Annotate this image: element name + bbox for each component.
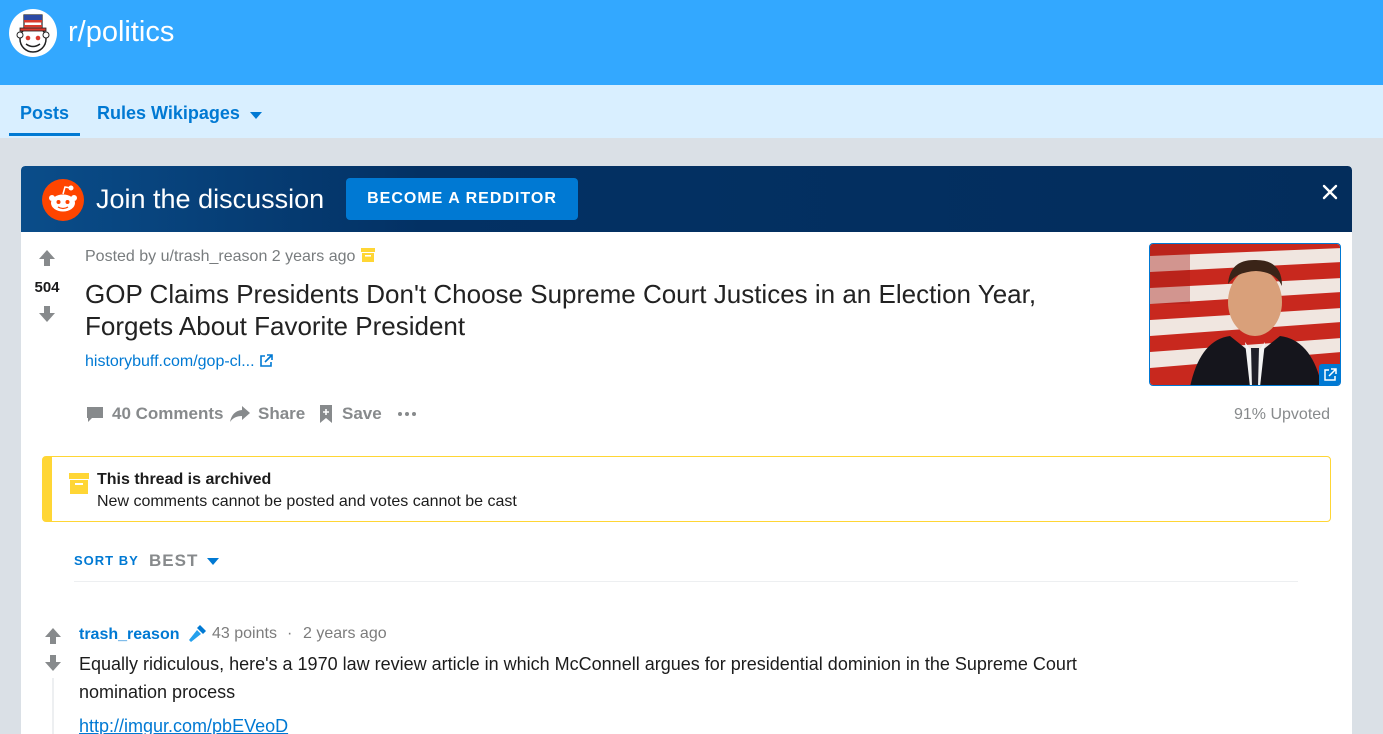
post-thumbnail[interactable] xyxy=(1149,243,1341,386)
thumbnail-external-link-icon[interactable] xyxy=(1319,364,1340,385)
tab-rules-wikipages[interactable]: Rules Wikipages xyxy=(97,103,240,124)
tab-posts[interactable]: Posts xyxy=(20,103,69,124)
subreddit-logo-icon[interactable] xyxy=(9,9,57,57)
post-external-link[interactable]: historybuff.com/gop-cl... xyxy=(85,353,255,371)
comments-label: 40 Comments xyxy=(112,404,224,423)
archive-box-icon xyxy=(360,247,376,268)
sort-dropdown[interactable]: BEST xyxy=(149,551,198,571)
comment-bubble-icon xyxy=(87,407,103,422)
share-label: Share xyxy=(258,404,306,423)
post-score: 504 xyxy=(34,279,60,296)
caret-down-icon[interactable] xyxy=(207,558,219,565)
subreddit-nav: Posts Rules Wikipages xyxy=(0,85,1383,138)
caret-down-icon[interactable] xyxy=(250,112,262,119)
external-link-icon[interactable] xyxy=(259,354,273,373)
comment-thread-line[interactable] xyxy=(52,678,54,734)
post-title[interactable]: GOP Claims Presidents Don't Choose Supre… xyxy=(85,278,1095,342)
close-icon[interactable] xyxy=(1319,181,1341,203)
downvote-arrow-icon[interactable] xyxy=(37,304,57,329)
divider xyxy=(74,581,1298,582)
banner-text: Join the discussion xyxy=(96,184,325,214)
separator-dot: · xyxy=(287,625,293,642)
archived-title: This thread is archived xyxy=(97,471,272,488)
upvote-ratio: 91% Upvoted xyxy=(1234,406,1331,423)
comment-link[interactable]: http://imgur.com/pbEVeoD xyxy=(79,716,288,734)
share-arrow-icon xyxy=(230,406,250,422)
sort-label: SORT BY xyxy=(74,553,139,568)
upvote-arrow-icon[interactable] xyxy=(43,626,63,651)
downvote-arrow-icon[interactable] xyxy=(43,653,63,678)
upvote-arrow-icon[interactable] xyxy=(37,248,57,273)
comment-points: 43 points xyxy=(212,625,277,642)
comments-button[interactable]: 40 Comments xyxy=(85,404,223,424)
reddit-snoo-icon xyxy=(42,179,84,221)
subreddit-name[interactable]: r/politics xyxy=(68,16,174,49)
more-dots-icon[interactable] xyxy=(397,404,424,424)
subreddit-header: r/politics xyxy=(0,0,1383,85)
share-button[interactable]: Share xyxy=(229,404,305,424)
archive-box-icon xyxy=(69,473,89,500)
comment-timestamp[interactable]: 2 years ago xyxy=(303,625,387,643)
comment-author[interactable]: trash_reason xyxy=(79,626,180,644)
save-bookmark-icon xyxy=(320,405,332,423)
active-tab-indicator xyxy=(9,133,80,136)
post-card: Join the discussion BECOME A REDDITOR 50… xyxy=(21,166,1352,734)
archived-subtitle: New comments cannot be posted and votes … xyxy=(97,493,517,510)
save-label: Save xyxy=(342,404,382,423)
join-banner: Join the discussion BECOME A REDDITOR xyxy=(21,166,1352,232)
save-button[interactable]: Save xyxy=(317,404,382,424)
archived-notice: This thread is archived New comments can… xyxy=(42,456,1331,522)
microphone-icon xyxy=(186,623,208,650)
comment-body: Equally ridiculous, here's a 1970 law re… xyxy=(79,654,1077,702)
post-meta[interactable]: Posted by u/trash_reason 2 years ago xyxy=(85,248,355,266)
become-redditor-button[interactable]: BECOME A REDDITOR xyxy=(346,178,578,220)
